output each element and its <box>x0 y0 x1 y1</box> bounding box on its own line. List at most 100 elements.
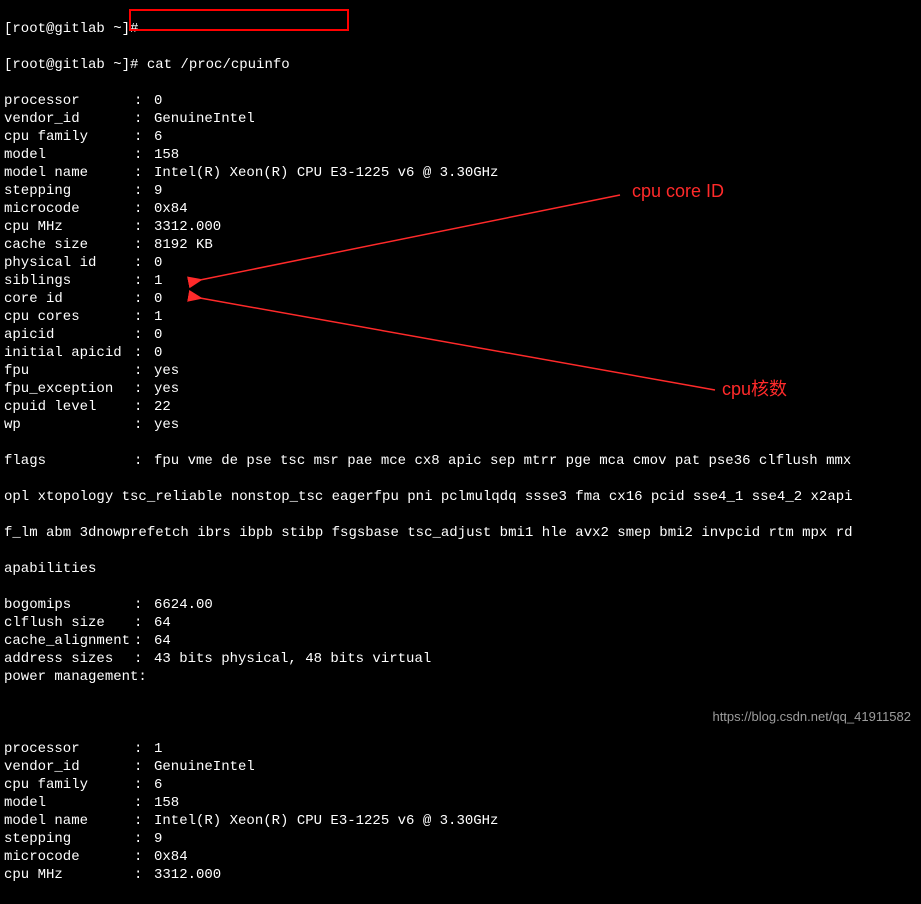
kv-label: cpu family <box>4 128 134 146</box>
kv-value: 22 <box>154 399 171 415</box>
kv-colon: : <box>134 164 154 182</box>
kv-value: 8192 KB <box>154 237 213 253</box>
kv-label: microcode <box>4 200 134 218</box>
kv-colon: : <box>134 326 154 344</box>
kv-value: 0x84 <box>154 201 188 217</box>
kv-colon: : <box>134 398 154 416</box>
kv-colon: : <box>134 776 154 794</box>
kv-label: initial apicid <box>4 344 134 362</box>
kv-value: GenuineIntel <box>154 759 255 775</box>
kv-line: stepping: 9 <box>4 182 917 200</box>
kv-line-pm: power management: <box>4 669 147 685</box>
kv-line: cpu family: 6 <box>4 128 917 146</box>
kv-value: 3312.000 <box>154 219 221 235</box>
kv-value: 64 <box>154 615 171 631</box>
kv-label: vendor_id <box>4 758 134 776</box>
kv-label: model name <box>4 164 134 182</box>
command-text: cat /proc/cpuinfo <box>147 57 290 73</box>
kv-label: core id <box>4 290 134 308</box>
kv-colon: : <box>134 452 154 470</box>
kv-value: 158 <box>154 147 179 163</box>
kv-line: wp: yes <box>4 416 917 434</box>
kv-colon: : <box>134 848 154 866</box>
kv-line: model name: Intel(R) Xeon(R) CPU E3-1225… <box>4 164 917 182</box>
kv-line: bogomips: 6624.00 <box>4 596 917 614</box>
kv-colon: : <box>134 380 154 398</box>
kv-colon: : <box>134 146 154 164</box>
kv-colon: : <box>134 416 154 434</box>
kv-colon: : <box>134 866 154 884</box>
kv-value: fpu vme de pse tsc msr pae mce cx8 apic … <box>154 453 851 469</box>
kv-value: 1 <box>154 309 162 325</box>
kv-line: siblings: 1 <box>4 272 917 290</box>
kv-colon: : <box>134 200 154 218</box>
prompt-prefix: [root@gitlab ~]# <box>4 21 138 37</box>
kv-value: 3312.000 <box>154 867 221 883</box>
kv-colon: : <box>134 128 154 146</box>
kv-line: cpuid level: 22 <box>4 398 917 416</box>
kv-line: clflush size: 64 <box>4 614 917 632</box>
kv-value: 64 <box>154 633 171 649</box>
kv-value: 9 <box>154 831 162 847</box>
kv-label: address sizes <box>4 650 134 668</box>
kv-label: apicid <box>4 326 134 344</box>
prompt-line-top: [root@gitlab ~]# <box>4 20 917 38</box>
kv-colon: : <box>134 650 154 668</box>
kv-colon: : <box>134 344 154 362</box>
kv-label: cpu cores <box>4 308 134 326</box>
kv-label: model name <box>4 812 134 830</box>
kv-label: processor <box>4 740 134 758</box>
kv-line: processor: 0 <box>4 92 917 110</box>
kv-colon: : <box>134 110 154 128</box>
kv-value: Intel(R) Xeon(R) CPU E3-1225 v6 @ 3.30GH… <box>154 165 498 181</box>
kv-value: 158 <box>154 795 179 811</box>
kv-line: cpu MHz: 3312.000 <box>4 218 917 236</box>
kv-label: cpu MHz <box>4 218 134 236</box>
kv-value: 6624.00 <box>154 597 213 613</box>
kv-label: cpuid level <box>4 398 134 416</box>
flags-wrap: opl xtopology tsc_reliable nonstop_tsc e… <box>4 488 917 506</box>
kv-line: cpu family: 6 <box>4 776 917 794</box>
kv-value: Intel(R) Xeon(R) CPU E3-1225 v6 @ 3.30GH… <box>154 813 498 829</box>
kv-colon: : <box>134 596 154 614</box>
kv-label: cache_alignment <box>4 632 134 650</box>
kv-label: processor <box>4 92 134 110</box>
kv-colon: : <box>134 812 154 830</box>
shell-prompt: [root@gitlab ~]# <box>4 57 147 73</box>
kv-line: model: 158 <box>4 146 917 164</box>
kv-line: cache_alignment: 64 <box>4 632 917 650</box>
kv-value: 0x84 <box>154 849 188 865</box>
kv-line: vendor_id: GenuineIntel <box>4 758 917 776</box>
kv-colon: : <box>134 362 154 380</box>
kv-label: bogomips <box>4 596 134 614</box>
flags-wrap: apabilities <box>4 560 917 578</box>
kv-label: fpu_exception <box>4 380 134 398</box>
kv-label: siblings <box>4 272 134 290</box>
kv-value: 1 <box>154 741 162 757</box>
kv-colon: : <box>134 308 154 326</box>
cpu0-block: processor: 0vendor_id: GenuineIntelcpu f… <box>4 92 917 434</box>
kv-value: yes <box>154 381 179 397</box>
command-line: [root@gitlab ~]# cat /proc/cpuinfo <box>4 56 917 74</box>
kv-value: 1 <box>154 273 162 289</box>
kv-colon: : <box>134 254 154 272</box>
kv-label: vendor_id <box>4 110 134 128</box>
kv-value: 0 <box>154 327 162 343</box>
kv-colon: : <box>134 218 154 236</box>
kv-value: 0 <box>154 291 162 307</box>
kv-colon: : <box>134 290 154 308</box>
kv-colon: : <box>134 236 154 254</box>
kv-line: processor: 1 <box>4 740 917 758</box>
kv-value: 0 <box>154 255 162 271</box>
kv-colon: : <box>134 794 154 812</box>
flags-line: flags: fpu vme de pse tsc msr pae mce cx… <box>4 452 917 470</box>
kv-label: cpu MHz <box>4 866 134 884</box>
kv-line: physical id: 0 <box>4 254 917 272</box>
watermark: https://blog.csdn.net/qq_41911582 <box>712 708 911 726</box>
kv-value: 9 <box>154 183 162 199</box>
flags-wrap: f_lm abm 3dnowprefetch ibrs ibpb stibp f… <box>4 524 917 542</box>
kv-line: model name: Intel(R) Xeon(R) CPU E3-1225… <box>4 812 917 830</box>
kv-label: cpu family <box>4 776 134 794</box>
kv-colon: : <box>134 272 154 290</box>
kv-colon: : <box>134 182 154 200</box>
